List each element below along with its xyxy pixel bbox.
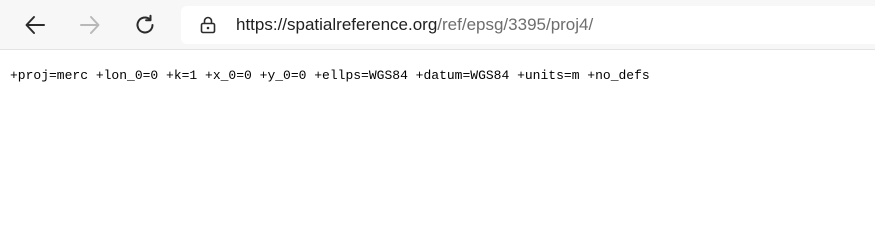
forward-button[interactable] — [73, 8, 107, 42]
url-host: https://spatialreference.org — [236, 15, 438, 34]
address-bar[interactable]: https://spatialreference.org/ref/epsg/33… — [181, 6, 875, 44]
refresh-icon — [136, 14, 154, 34]
back-button[interactable] — [18, 8, 52, 42]
proj4-definition-text: +proj=merc +lon_0=0 +k=1 +x_0=0 +y_0=0 +… — [10, 68, 650, 83]
url-text[interactable]: https://spatialreference.org/ref/epsg/33… — [236, 14, 593, 36]
arrow-right-icon — [80, 16, 100, 34]
url-path: /ref/epsg/3395/proj4/ — [437, 15, 594, 34]
lock-icon[interactable] — [199, 16, 217, 34]
browser-toolbar: https://spatialreference.org/ref/epsg/33… — [0, 0, 875, 50]
arrow-left-icon — [25, 16, 45, 34]
refresh-button[interactable] — [128, 8, 162, 42]
